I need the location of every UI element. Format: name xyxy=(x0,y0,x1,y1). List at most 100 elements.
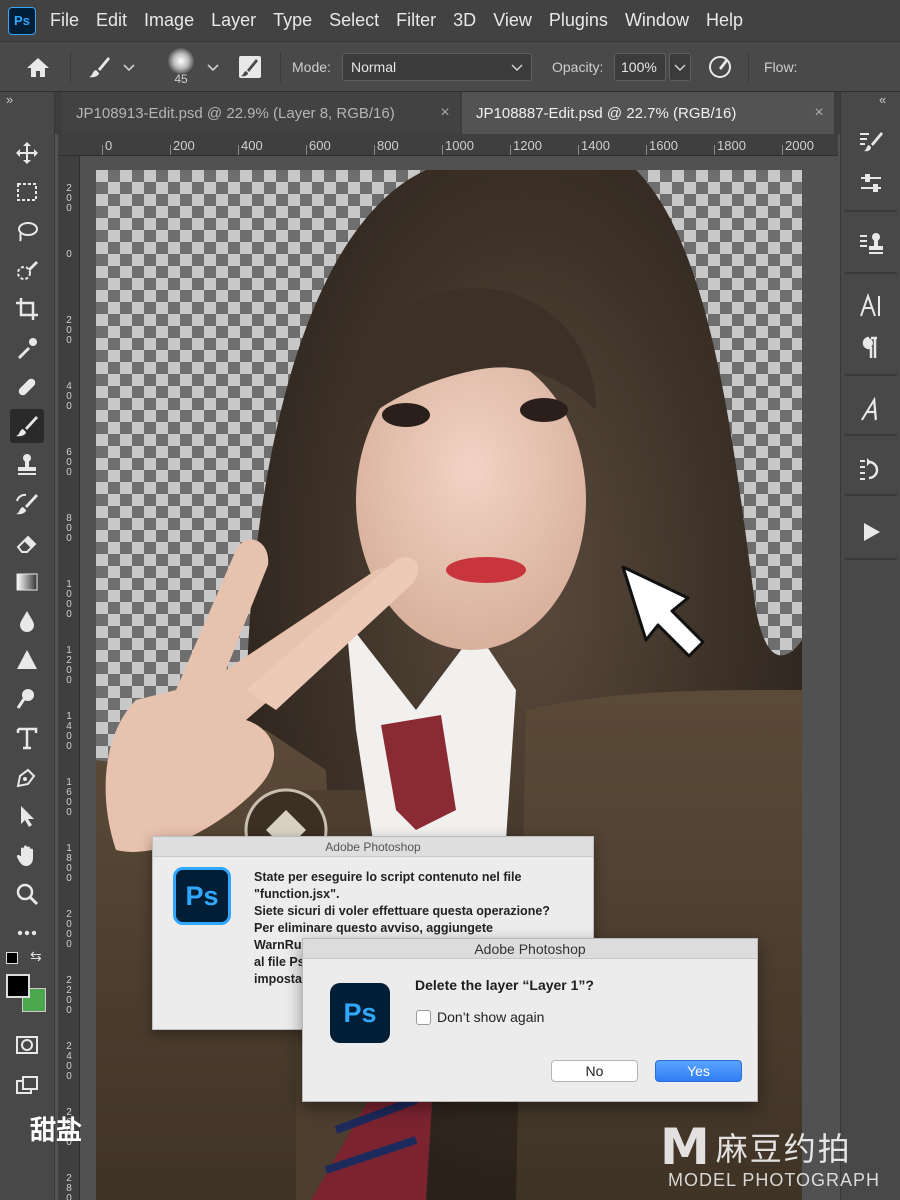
dont-show-again-checkbox[interactable] xyxy=(416,1010,431,1025)
blur-icon[interactable] xyxy=(10,604,44,638)
menu-window[interactable]: Window xyxy=(625,10,689,31)
more-icon[interactable] xyxy=(10,916,44,950)
quick-select-icon[interactable] xyxy=(10,253,44,287)
ruler-tick xyxy=(646,145,647,155)
ruler-tick xyxy=(306,145,307,155)
menu-bar: Ps File Edit Image Layer Type Select Fil… xyxy=(0,0,900,42)
message-line: Per eliminare questo avviso, aggiungete xyxy=(254,921,493,935)
eraser-icon[interactable] xyxy=(10,526,44,560)
move-icon[interactable] xyxy=(10,136,44,170)
tab-document-2[interactable]: JP108887-Edit.psd @ 22.7% (RGB/16) × xyxy=(462,92,834,134)
photoshop-icon: Ps xyxy=(173,867,231,925)
blend-mode-value: Normal xyxy=(351,59,397,75)
blend-mode-select[interactable]: Normal xyxy=(342,53,532,81)
eyedropper-icon[interactable] xyxy=(10,331,44,365)
brush-settings-icon xyxy=(239,56,261,78)
ruler-label: 1000 xyxy=(445,138,474,153)
dialog-title: Adobe Photoshop xyxy=(153,837,593,857)
right-panel-dock: « xyxy=(840,92,900,1200)
logo-subtitle: MODEL PHOTOGRAPH xyxy=(668,1170,881,1190)
logo-chinese-text: 麻豆约拍 xyxy=(715,1131,852,1167)
menu-plugins[interactable]: Plugins xyxy=(549,10,608,31)
ruler-tick xyxy=(442,145,443,155)
history-brush-icon[interactable] xyxy=(10,487,44,521)
play-icon[interactable] xyxy=(855,516,887,548)
ruler-label: 1600 xyxy=(649,138,678,153)
marquee-icon[interactable] xyxy=(10,175,44,209)
zoom-icon[interactable] xyxy=(10,877,44,911)
lasso-icon[interactable] xyxy=(10,214,44,248)
clone-source-panel-icon[interactable] xyxy=(855,228,887,260)
horizontal-ruler: 0 200 400 600 800 1000 1200 1400 1600 1800 2000 xyxy=(58,134,838,156)
menu-file[interactable]: File xyxy=(50,10,79,31)
foreground-color-swatch[interactable] xyxy=(6,974,30,998)
delete-layer-dialog: Adobe Photoshop Ps Delete the layer “Lay… xyxy=(302,938,758,1102)
brush-icon[interactable] xyxy=(10,409,44,443)
opacity-dropdown[interactable] xyxy=(669,53,691,81)
options-bar: 45 Mode: Normal Opacity: 100% Flow: xyxy=(0,42,900,92)
yes-button[interactable]: Yes xyxy=(655,1060,742,1082)
menu-image[interactable]: Image xyxy=(144,10,194,31)
glyphs-panel-icon[interactable] xyxy=(855,394,887,426)
screen-mode-icon[interactable] xyxy=(10,1068,44,1102)
menu-help[interactable]: Help xyxy=(706,10,743,31)
ruler-label: 200 xyxy=(66,315,72,346)
vertical-ruler: 200 0 200 400 600 800 1000 1200 1400 1600 1800 2000… xyxy=(58,156,80,1200)
menu-select[interactable]: Select xyxy=(329,10,379,31)
home-button[interactable] xyxy=(24,42,52,92)
ruler-label: 0 xyxy=(66,249,72,260)
logo-letter: M xyxy=(660,1118,710,1176)
mode-label: Mode: xyxy=(292,59,331,75)
brush-settings-panel-icon[interactable] xyxy=(855,126,887,158)
ruler-label: 1800 xyxy=(66,843,72,884)
default-colors-icon[interactable] xyxy=(6,952,18,964)
collapse-panel-button[interactable]: « xyxy=(879,92,886,107)
menu-filter[interactable]: Filter xyxy=(396,10,436,31)
adjustments-panel-icon[interactable] xyxy=(855,168,887,200)
photoshop-app-icon[interactable]: Ps xyxy=(8,6,36,35)
ruler-label: 800 xyxy=(66,513,72,544)
ruler-label: 2200 xyxy=(66,975,72,1016)
type-icon[interactable] xyxy=(10,721,44,755)
sharpen-icon[interactable] xyxy=(10,643,44,677)
brush-preview-icon xyxy=(168,48,194,74)
tool-preset-picker[interactable] xyxy=(86,42,136,92)
no-button[interactable]: No xyxy=(551,1060,638,1082)
gradient-icon[interactable] xyxy=(10,565,44,599)
ruler-label: 1000 xyxy=(66,579,72,620)
ruler-label: 0 xyxy=(105,138,113,153)
flow-label: Flow: xyxy=(764,59,798,75)
crop-icon[interactable] xyxy=(10,292,44,326)
close-icon[interactable]: × xyxy=(430,104,460,122)
character-panel-icon[interactable] xyxy=(855,290,887,322)
pen-icon[interactable] xyxy=(10,760,44,794)
opacity-input[interactable]: 100% xyxy=(614,53,666,81)
close-icon[interactable]: × xyxy=(804,104,834,122)
message-line: Siete sicuri di voler effettuare questa … xyxy=(254,904,550,918)
brush-settings-toggle[interactable] xyxy=(236,42,264,92)
brush-size-dropdown[interactable] xyxy=(206,42,220,92)
hand-icon[interactable] xyxy=(10,838,44,872)
pressure-opacity-toggle[interactable] xyxy=(706,42,734,92)
ruler-label: 600 xyxy=(309,138,331,153)
menu-3d[interactable]: 3D xyxy=(453,10,476,31)
ruler-label: 1400 xyxy=(66,711,72,752)
brush-size-picker[interactable]: 45 xyxy=(168,42,194,92)
menu-edit[interactable]: Edit xyxy=(96,10,127,31)
healing-icon[interactable] xyxy=(10,370,44,404)
stamp-icon[interactable] xyxy=(10,448,44,482)
dont-show-again-label[interactable]: Don’t show again xyxy=(437,1009,544,1025)
menu-type[interactable]: Type xyxy=(273,10,312,31)
paragraph-panel-icon[interactable] xyxy=(855,332,887,364)
menu-layer[interactable]: Layer xyxy=(211,10,256,31)
swap-colors-icon[interactable]: ⇆ xyxy=(30,948,42,965)
opacity-value: 100% xyxy=(621,59,657,75)
path-select-icon[interactable] xyxy=(10,799,44,833)
menu-view[interactable]: View xyxy=(493,10,532,31)
collapse-panel-button[interactable]: » xyxy=(6,92,13,107)
quick-mask-icon[interactable] xyxy=(10,1028,44,1062)
tab-document-1[interactable]: JP108913-Edit.psd @ 22.9% (Layer 8, RGB/… xyxy=(62,92,460,134)
dodge-icon[interactable] xyxy=(10,682,44,716)
tab-title: JP108913-Edit.psd @ 22.9% (Layer 8, RGB/… xyxy=(76,104,395,122)
actions-panel-icon[interactable] xyxy=(855,454,887,486)
